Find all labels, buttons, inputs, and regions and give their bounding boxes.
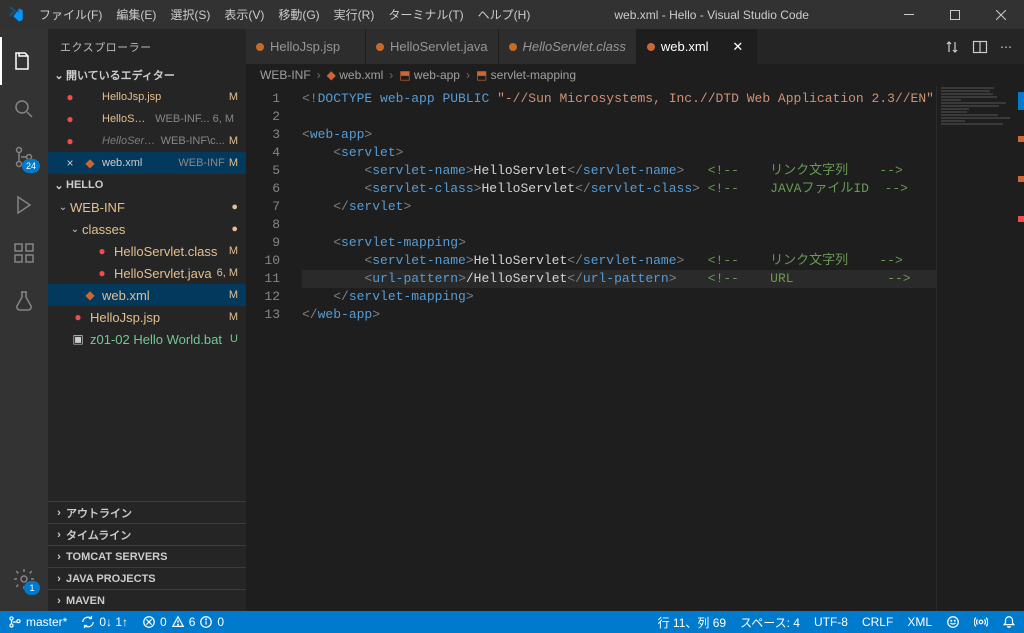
status-bar: master* 0↓ 1↑ 0 6 0 行 11、列 69 スペース: 4 UT…	[0, 611, 1024, 633]
file-type-icon: ●	[94, 244, 110, 258]
editor-tab[interactable]: web.xml ✕	[637, 29, 757, 64]
tab-label: HelloServlet.class	[523, 39, 626, 54]
status-eol[interactable]: CRLF	[862, 615, 893, 629]
window-minimize-button[interactable]	[886, 0, 932, 29]
status-spaces[interactable]: スペース: 4	[740, 614, 800, 631]
split-editor-icon[interactable]	[972, 39, 988, 55]
menu-item[interactable]: ヘルプ(H)	[471, 6, 538, 23]
file-type-icon: ▣	[70, 332, 86, 346]
open-editors-header[interactable]: ⌄開いているエディター	[48, 64, 246, 86]
file-status-icon: ●	[62, 134, 78, 148]
activity-search-icon[interactable]	[0, 85, 48, 133]
breadcrumb-item[interactable]: ⬒ web-app	[399, 68, 460, 82]
status-bell-icon[interactable]	[1002, 615, 1016, 629]
menu-item[interactable]: 編集(E)	[109, 6, 163, 23]
menu-item[interactable]: 表示(V)	[217, 6, 271, 23]
file-status-icon: ×	[62, 156, 78, 170]
compare-changes-icon[interactable]	[944, 39, 960, 55]
activity-test-icon[interactable]	[0, 277, 48, 325]
breadcrumb-item[interactable]: ◆ web.xml	[327, 68, 384, 82]
tree-file[interactable]: ◆web.xmlM	[48, 284, 246, 306]
file-status-icon: ●	[62, 90, 78, 104]
file-type-icon: ●	[94, 266, 110, 280]
status-live-icon[interactable]	[974, 615, 988, 629]
tree-file[interactable]: ●HelloServlet.classM	[48, 240, 246, 262]
editor-tab[interactable]: HelloServlet.java	[366, 29, 499, 64]
file-type-icon: ◆	[82, 156, 98, 170]
file-type-icon: ●	[70, 310, 86, 324]
sidebar-section-header[interactable]: ›アウトライン	[48, 501, 246, 523]
file-type-icon	[256, 43, 264, 51]
sidebar-section-header[interactable]: ›MAVEN	[48, 589, 246, 611]
editor-tab[interactable]: HelloJsp.jsp	[246, 29, 366, 64]
minimap[interactable]	[936, 86, 1024, 611]
sidebar-section-header[interactable]: ›タイムライン	[48, 523, 246, 545]
breadcrumb-item[interactable]: ⬒ servlet-mapping	[476, 68, 576, 82]
file-status-icon: ●	[62, 112, 78, 126]
open-editor-item[interactable]: ●HelloJsp.jspM	[48, 86, 246, 108]
file-type-icon	[509, 43, 517, 51]
menu-item[interactable]: 移動(G)	[271, 6, 326, 23]
menu-item[interactable]: 選択(S)	[163, 6, 217, 23]
menu-item[interactable]: 実行(R)	[327, 6, 382, 23]
sidebar-section-header[interactable]: ›TOMCAT SERVERS	[48, 545, 246, 567]
file-type-icon	[376, 43, 384, 51]
file-type-icon: ◆	[82, 288, 98, 302]
activity-settings-icon[interactable]: 1	[0, 555, 48, 603]
status-cursor[interactable]: 行 11、列 69	[658, 614, 726, 631]
tab-label: web.xml	[661, 39, 709, 54]
activity-scm-icon[interactable]: 24	[0, 133, 48, 181]
breadcrumb-item[interactable]: WEB-INF	[260, 68, 311, 82]
chevron-down-icon: ⌄	[68, 224, 82, 235]
status-language[interactable]: XML	[907, 615, 932, 629]
status-problems[interactable]: 0 6 0	[142, 615, 224, 629]
status-branch[interactable]: master*	[8, 615, 67, 629]
file-type-icon	[647, 43, 655, 51]
status-feedback-icon[interactable]	[946, 615, 960, 629]
open-editor-item[interactable]: ●HelloServlet.javaWEB-INF... 6, M	[48, 108, 246, 130]
line-gutter: 12345678910111213	[246, 86, 294, 611]
code-editor[interactable]: <!DOCTYPE web-app PUBLIC "-//Sun Microsy…	[294, 86, 936, 611]
status-encoding[interactable]: UTF-8	[814, 615, 848, 629]
title-bar: ファイル(F)編集(E)選択(S)表示(V)移動(G)実行(R)ターミナル(T)…	[0, 0, 1024, 29]
scm-badge: 24	[22, 159, 40, 173]
activity-bar: 24 1	[0, 29, 48, 611]
menu-item[interactable]: ターミナル(T)	[381, 6, 470, 23]
activity-extensions-icon[interactable]	[0, 229, 48, 277]
tree-folder[interactable]: ⌄WEB-INF●	[48, 196, 246, 218]
chevron-down-icon: ⌄	[56, 202, 70, 213]
settings-badge: 1	[24, 581, 40, 595]
menu-item[interactable]: ファイル(F)	[32, 6, 109, 23]
tree-file[interactable]: ●HelloJsp.jspM	[48, 306, 246, 328]
sidebar-title: エクスプローラー	[48, 29, 246, 64]
window-title: web.xml - Hello - Visual Studio Code	[537, 8, 886, 22]
tabs-actions: ⋯	[934, 29, 1024, 64]
activity-run-icon[interactable]	[0, 181, 48, 229]
sidebar: エクスプローラー ⌄開いているエディター ●HelloJsp.jspM●Hell…	[48, 29, 246, 611]
window-maximize-button[interactable]	[932, 0, 978, 29]
open-editor-item[interactable]: ●HelloServlet.classWEB-INF\c...M	[48, 130, 246, 152]
tree-folder[interactable]: ⌄classes●	[48, 218, 246, 240]
breadcrumbs[interactable]: WEB-INF›◆ web.xml›⬒ web-app›⬒ servlet-ma…	[246, 64, 1024, 86]
close-icon[interactable]: ✕	[730, 39, 746, 55]
activity-explorer-icon[interactable]	[0, 37, 48, 85]
more-icon[interactable]: ⋯	[1000, 40, 1014, 54]
window-close-button[interactable]	[978, 0, 1024, 29]
editor-tab[interactable]: HelloServlet.class	[499, 29, 637, 64]
tab-label: HelloJsp.jsp	[270, 39, 340, 54]
menu-bar: ファイル(F)編集(E)選択(S)表示(V)移動(G)実行(R)ターミナル(T)…	[32, 6, 537, 23]
window-controls	[886, 0, 1024, 29]
tree-file[interactable]: ▣z01-02 Hello World.batU	[48, 328, 246, 350]
status-sync[interactable]: 0↓ 1↑	[81, 615, 128, 629]
sidebar-section-header[interactable]: ›JAVA PROJECTS	[48, 567, 246, 589]
tree-file[interactable]: ●HelloServlet.java6, M	[48, 262, 246, 284]
editor-area: HelloJsp.jsp HelloServlet.java HelloServle…	[246, 29, 1024, 611]
open-editor-item[interactable]: ×◆web.xmlWEB-INFM	[48, 152, 246, 174]
editor-tabs: HelloJsp.jsp HelloServlet.java HelloServle…	[246, 29, 1024, 64]
project-header[interactable]: ⌄HELLO	[48, 174, 246, 196]
vscode-logo-icon	[8, 7, 24, 23]
tab-label: HelloServlet.java	[390, 39, 488, 54]
